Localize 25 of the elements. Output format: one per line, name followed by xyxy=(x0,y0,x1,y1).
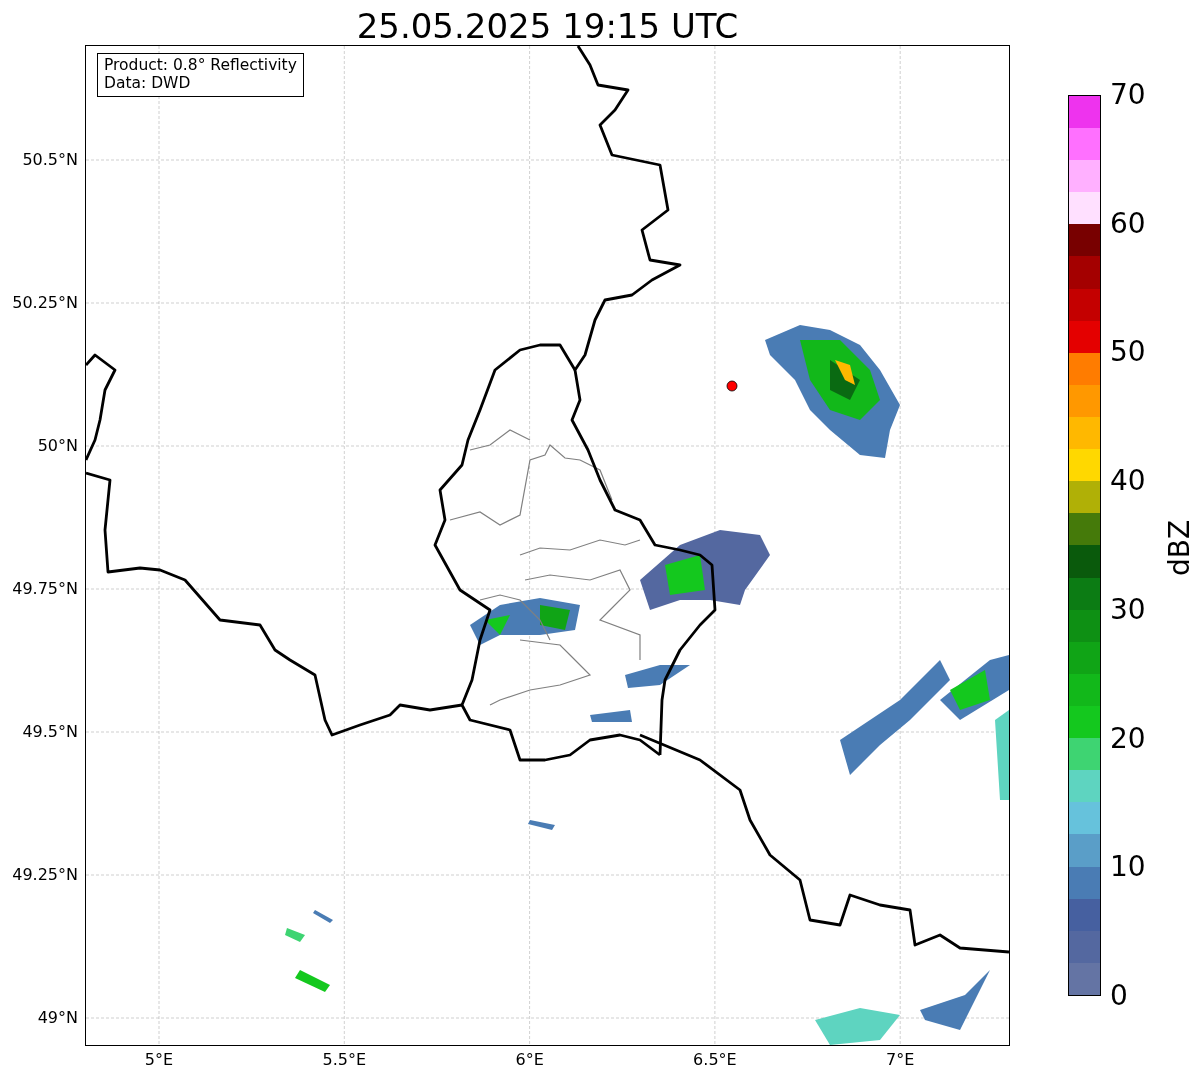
axis-tick-label: 7°E xyxy=(886,1052,915,1068)
colorbar-tick-label: 20 xyxy=(1110,724,1146,753)
axis-tick-label: 49.25°N xyxy=(12,867,78,883)
location-marker xyxy=(726,380,738,392)
axis-tick-label: 5.5°E xyxy=(322,1052,367,1068)
axis-tick-label: 50°N xyxy=(37,438,78,454)
axis-tick-label: 5°E xyxy=(144,1052,174,1068)
colorbar-tick-label: 0 xyxy=(1110,982,1128,1010)
axis-tick-label: 50.25°N xyxy=(12,295,78,311)
colorbar-tick-label: 50 xyxy=(1110,338,1146,367)
colorbar-tick-label: 70 xyxy=(1110,81,1146,109)
axis-tick-label: 49.75°N xyxy=(12,581,78,597)
axis-tick-label: 6°E xyxy=(515,1052,544,1068)
axis-tick-label: 49°N xyxy=(37,1010,78,1026)
axis-tick-label: 49.5°N xyxy=(22,724,78,740)
legend-text: Product: 0.8° Reflectivity xyxy=(104,57,297,75)
axis-tick-label: 6.5°E xyxy=(693,1052,737,1068)
colorbar-tick-label: 10 xyxy=(1110,853,1146,882)
colorbar-tick-label: 60 xyxy=(1110,209,1146,238)
colorbar-label: dBZ xyxy=(1166,519,1194,577)
legend-text: Data: DWD xyxy=(104,74,192,93)
chart-title: 25.05.2025 19:15 UTC xyxy=(356,9,739,45)
colorbar-tick-label: 40 xyxy=(1110,467,1146,496)
colorbar-tick-label: 30 xyxy=(1110,595,1146,624)
axis-tick-label: 50.5°N xyxy=(22,152,78,168)
